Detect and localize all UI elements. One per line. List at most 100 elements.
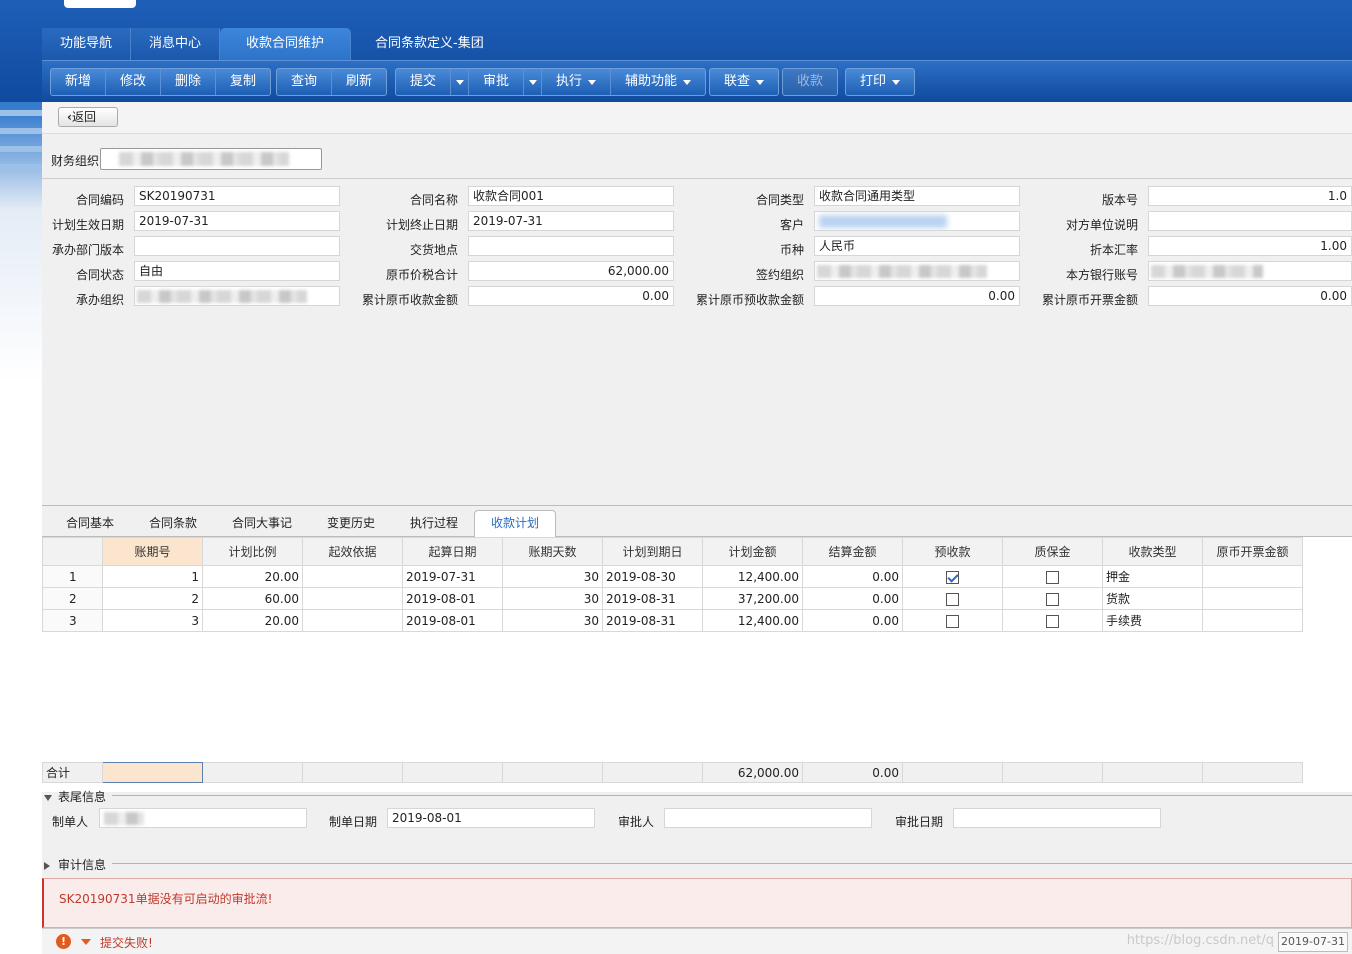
table-row[interactable]: 1 1 20.00 2019-07-31 30 2019-08-30 12,40… — [42, 565, 1303, 588]
column-header-period[interactable]: 账期号 — [102, 537, 203, 566]
receive-button[interactable]: 收款 — [783, 69, 837, 95]
cell-period[interactable]: 3 — [102, 609, 203, 632]
tab-contract-maintenance[interactable]: 收款合同维护 — [220, 28, 352, 60]
linkquery-button[interactable]: 联查 — [710, 69, 778, 95]
column-header-settled[interactable]: 结算金额 — [802, 537, 903, 566]
cell-days[interactable]: 30 — [502, 609, 603, 632]
audit-section-toggle[interactable]: 审计信息 — [44, 856, 106, 873]
tab-contract-basic[interactable]: 合同基本 — [66, 514, 114, 531]
cell-start[interactable]: 2019-08-01 — [402, 609, 503, 632]
back-button[interactable]: ‹返回 — [58, 107, 118, 127]
column-header-days[interactable]: 账期天数 — [502, 537, 603, 566]
cell-start[interactable]: 2019-07-31 — [402, 565, 503, 588]
cell-ratio[interactable]: 60.00 — [202, 587, 303, 610]
tab-message-center[interactable]: 消息中心 — [131, 28, 221, 60]
prepay-checkbox[interactable] — [946, 592, 959, 606]
table-row[interactable]: 2 2 60.00 2019-08-01 30 2019-08-31 37,20… — [42, 587, 1303, 610]
prepay-checkbox[interactable] — [946, 614, 959, 628]
column-header-invoiced[interactable]: 原币开票金额 — [1202, 537, 1303, 566]
warranty-checkbox[interactable] — [1046, 570, 1059, 584]
cell-basis[interactable] — [302, 587, 403, 610]
sign-org-field[interactable] — [814, 261, 1020, 281]
contract-code-field[interactable]: SK20190731 — [134, 186, 340, 206]
assist-button[interactable]: 辅助功能 — [611, 69, 705, 95]
cell-settled[interactable]: 0.00 — [802, 587, 903, 610]
org-field[interactable] — [134, 286, 340, 306]
cell-start[interactable]: 2019-08-01 — [402, 587, 503, 610]
cell-due[interactable]: 2019-08-31 — [602, 609, 703, 632]
warranty-checkbox[interactable] — [1046, 592, 1059, 606]
cell-settled[interactable]: 0.00 — [802, 565, 903, 588]
orig-prereceived-field[interactable]: 0.00 — [814, 286, 1020, 306]
customer-field[interactable] — [814, 211, 1020, 231]
cell-invoiced[interactable] — [1202, 609, 1303, 632]
chevron-down-icon[interactable] — [81, 939, 91, 945]
contract-name-field[interactable]: 收款合同001 — [468, 186, 674, 206]
plan-start-field[interactable]: 2019-07-31 — [134, 211, 340, 231]
submit-button[interactable]: 提交 — [396, 69, 452, 95]
submit-dropdown[interactable] — [451, 69, 470, 95]
copy-button[interactable]: 复制 — [216, 69, 270, 95]
cell-due[interactable]: 2019-08-30 — [602, 565, 703, 588]
audit-section-header[interactable]: 审计信息 — [42, 854, 1352, 874]
cell-amount[interactable]: 12,400.00 — [702, 609, 803, 632]
tab-contract-events[interactable]: 合同大事记 — [232, 514, 292, 531]
cell-amount[interactable]: 12,400.00 — [702, 565, 803, 588]
contract-type-field[interactable]: 收款合同通用类型 — [814, 186, 1020, 206]
execute-button[interactable]: 执行 — [542, 69, 612, 95]
prepay-checkbox[interactable] — [946, 570, 959, 584]
creator-field[interactable] — [99, 808, 307, 828]
create-date-field[interactable]: 2019-08-01 — [387, 808, 595, 828]
cell-basis[interactable] — [302, 609, 403, 632]
plan-end-field[interactable]: 2019-07-31 — [468, 211, 674, 231]
cell-type[interactable]: 押金 — [1102, 565, 1203, 588]
tab-function-nav[interactable]: 功能导航 — [42, 28, 132, 60]
column-header-basis[interactable]: 起效依据 — [302, 537, 403, 566]
cell-period[interactable]: 1 — [102, 565, 203, 588]
total-cell-period[interactable] — [102, 762, 203, 783]
cell-days[interactable]: 30 — [502, 565, 603, 588]
query-button[interactable]: 查询 — [277, 69, 333, 95]
cell-ratio[interactable]: 20.00 — [202, 609, 303, 632]
column-header-warranty[interactable]: 质保金 — [1002, 537, 1103, 566]
cell-type[interactable]: 货款 — [1102, 587, 1203, 610]
delete-button[interactable]: 删除 — [161, 69, 217, 95]
error-icon[interactable]: ! — [56, 934, 71, 949]
bank-account-field[interactable] — [1148, 261, 1352, 281]
approve-dropdown[interactable] — [524, 69, 543, 95]
add-button[interactable]: 新增 — [51, 69, 107, 95]
version-field[interactable]: 1.0 — [1148, 186, 1352, 206]
dept-version-field[interactable] — [134, 236, 340, 256]
tab-contract-terms-body[interactable]: 合同条款 — [149, 514, 197, 531]
column-header-due[interactable]: 计划到期日 — [602, 537, 703, 566]
warranty-checkbox[interactable] — [1046, 614, 1059, 628]
tail-section-header[interactable]: 表尾信息 — [42, 786, 1352, 806]
cell-period[interactable]: 2 — [102, 587, 203, 610]
column-header-amount[interactable]: 计划金额 — [702, 537, 803, 566]
column-header-start[interactable]: 起算日期 — [402, 537, 503, 566]
orig-tax-total-field[interactable]: 62,000.00 — [468, 261, 674, 281]
delivery-field[interactable] — [468, 236, 674, 256]
cell-basis[interactable] — [302, 565, 403, 588]
orig-received-field[interactable]: 0.00 — [468, 286, 674, 306]
approver-field[interactable] — [664, 808, 872, 828]
orig-invoiced-field[interactable]: 0.00 — [1148, 286, 1352, 306]
column-header-ratio[interactable]: 计划比例 — [202, 537, 303, 566]
approve-button[interactable]: 审批 — [469, 69, 525, 95]
cell-ratio[interactable]: 20.00 — [202, 565, 303, 588]
tab-change-history[interactable]: 变更历史 — [327, 514, 375, 531]
cell-type[interactable]: 手续费 — [1102, 609, 1203, 632]
counterparty-desc-field[interactable] — [1148, 211, 1352, 231]
cell-invoiced[interactable] — [1202, 565, 1303, 588]
cell-invoiced[interactable] — [1202, 587, 1303, 610]
table-row[interactable]: 3 3 20.00 2019-08-01 30 2019-08-31 12,40… — [42, 609, 1303, 632]
approve-date-field[interactable] — [953, 808, 1161, 828]
refresh-button[interactable]: 刷新 — [332, 69, 386, 95]
currency-field[interactable]: 人民币 — [814, 236, 1020, 256]
tab-contract-terms[interactable]: 合同条款定义-集团 — [351, 28, 502, 60]
cell-settled[interactable]: 0.00 — [802, 609, 903, 632]
edit-button[interactable]: 修改 — [106, 69, 162, 95]
tab-receipt-plan[interactable]: 收款计划 — [474, 510, 557, 538]
cell-days[interactable]: 30 — [502, 587, 603, 610]
print-button[interactable]: 打印 — [846, 69, 914, 95]
